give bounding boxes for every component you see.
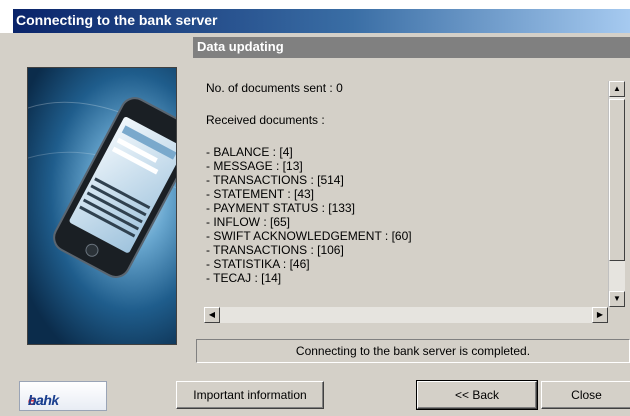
section-title: Data updating xyxy=(197,39,284,54)
received-heading: Received documents : xyxy=(206,113,325,127)
smartphone-illustration xyxy=(28,97,176,278)
left-border xyxy=(0,33,13,416)
title-bar: Connecting to the bank server xyxy=(0,0,630,33)
status-text: Connecting to the bank server is complet… xyxy=(295,344,531,358)
list-item: - TRANSACTIONS : [514] xyxy=(206,173,344,187)
close-button[interactable]: Close xyxy=(541,381,630,409)
important-information-button[interactable]: Important information xyxy=(176,381,324,409)
report-panel: No. of documents sent : 0 Received docum… xyxy=(196,67,630,331)
list-item: - STATISTIKA : [46] xyxy=(206,257,310,271)
report-content: No. of documents sent : 0 Received docum… xyxy=(206,81,606,285)
vertical-scroll-thumb[interactable] xyxy=(609,99,625,261)
scroll-right-arrow-icon[interactable]: ▶ xyxy=(592,307,608,323)
documents-sent-line: No. of documents sent : 0 xyxy=(206,81,343,95)
section-header: Data updating xyxy=(193,37,630,58)
list-item: - PAYMENT STATUS : [133] xyxy=(206,201,355,215)
vertical-scrollbar[interactable]: ▲ ▼ xyxy=(608,81,625,307)
status-bar: Connecting to the bank server is complet… xyxy=(196,339,630,363)
window-title: Connecting to the bank server xyxy=(16,12,218,28)
back-button[interactable]: << Back xyxy=(416,380,538,410)
scroll-up-arrow-icon[interactable]: ▲ xyxy=(609,81,625,97)
list-item: - STATEMENT : [43] xyxy=(206,187,315,201)
list-item: - BALANCE : [4] xyxy=(206,145,293,159)
list-item: - TECAJ : [14] xyxy=(206,271,282,285)
halcom-bank-logo: hal e bank xyxy=(19,381,107,411)
title-bar-fill: Connecting to the bank server xyxy=(13,9,630,33)
smartphone-image xyxy=(27,67,177,345)
horizontal-scrollbar[interactable]: ◀ ▶ xyxy=(204,307,608,323)
list-item: - SWIFT ACKNOWLEDGEMENT : [60] xyxy=(206,229,412,243)
list-item: - INFLOW : [65] xyxy=(206,215,291,229)
list-item: - MESSAGE : [13] xyxy=(206,159,303,173)
scroll-left-arrow-icon[interactable]: ◀ xyxy=(204,307,220,323)
scroll-down-arrow-icon[interactable]: ▼ xyxy=(609,291,625,307)
list-item: - TRANSACTIONS : [106] xyxy=(206,243,344,257)
